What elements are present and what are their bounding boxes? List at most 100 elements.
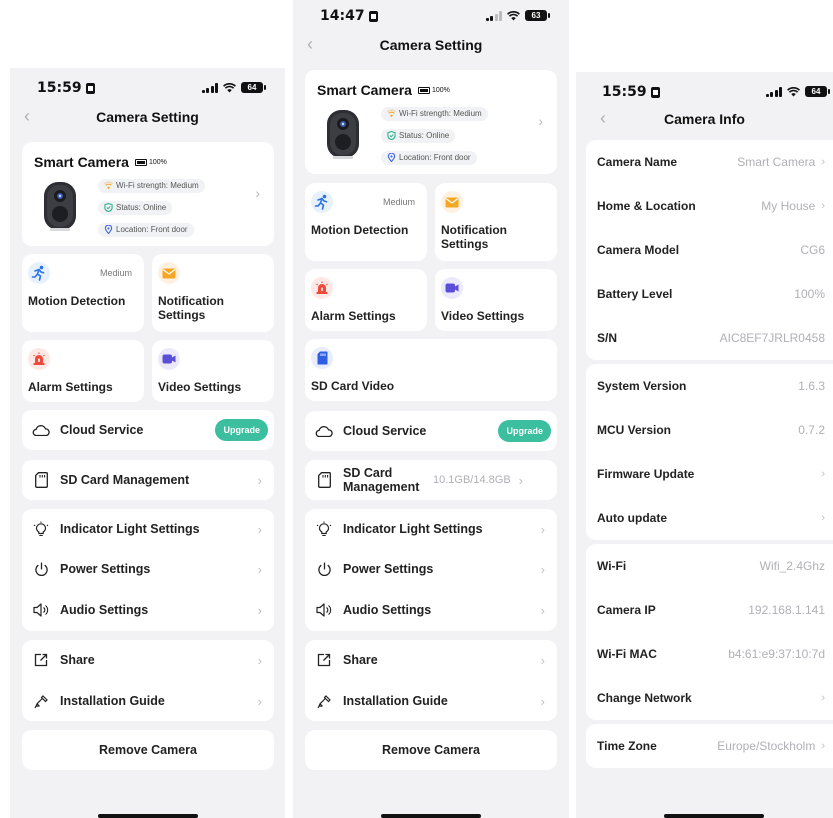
nav-bar: ‹ Camera Info bbox=[586, 104, 833, 134]
sd-card-icon bbox=[32, 471, 50, 489]
row-label: Indicator Light Settings bbox=[60, 522, 200, 536]
back-chevron-icon[interactable]: ‹ bbox=[24, 106, 30, 127]
info-group-network: Wi-Fi Wifi_2.4Ghz Camera IP 192.168.1.141 … bbox=[586, 544, 833, 720]
tile-label: SD Card Video bbox=[311, 379, 395, 393]
chevron-right-icon: › bbox=[540, 693, 545, 709]
upgrade-button[interactable]: Upgrade bbox=[215, 419, 268, 441]
cloud-icon bbox=[315, 422, 333, 440]
settings-group-2: Share › Installation Guide › bbox=[305, 640, 557, 721]
row-label: Share bbox=[60, 653, 95, 667]
light-bulb-icon bbox=[32, 520, 50, 538]
camera-summary-card[interactable]: Smart Camera 100% Wi-Fi strength: Medium… bbox=[22, 142, 274, 246]
sd-card-management-card[interactable]: SD Card Management 10.1GB/14.8GB › bbox=[305, 460, 557, 500]
row-audio-settings[interactable]: Audio Settings › bbox=[305, 590, 557, 630]
speaker-icon bbox=[315, 601, 333, 619]
info-row-firmware-update[interactable]: Firmware Update › bbox=[586, 452, 833, 496]
sim-icon bbox=[85, 82, 95, 94]
info-row-camera-name[interactable]: Camera Name Smart Camera › bbox=[586, 140, 833, 184]
wifi-icon bbox=[387, 109, 396, 118]
sd-card-management-card[interactable]: SD Card Management › bbox=[22, 460, 274, 500]
tile-alarm-settings[interactable]: Alarm Settings bbox=[305, 269, 427, 331]
row-installation-guide[interactable]: Installation Guide › bbox=[22, 681, 274, 721]
home-indicator bbox=[98, 814, 198, 818]
tile-notification-settings[interactable]: Notification Settings bbox=[435, 183, 557, 261]
info-row-system-version: System Version 1.6.3 bbox=[597, 379, 825, 393]
row-share[interactable]: Share › bbox=[22, 640, 274, 680]
cloud-service-card[interactable]: Cloud Service Upgrade bbox=[305, 411, 557, 451]
location-chip: Location: Front door bbox=[381, 151, 477, 165]
info-row-serial-number: S/N AIC8EF7JRLR0458 bbox=[597, 331, 825, 345]
settings-group-1: Indicator Light Settings › Power Setting… bbox=[22, 509, 274, 631]
upgrade-button[interactable]: Upgrade bbox=[498, 420, 551, 442]
settings-group-2: Share › Installation Guide › bbox=[22, 640, 274, 721]
wifi-strength-chip: Wi-Fi strength: Medium bbox=[98, 179, 205, 193]
back-chevron-icon[interactable]: ‹ bbox=[307, 34, 313, 55]
tile-notification-settings[interactable]: Notification Settings bbox=[152, 254, 274, 332]
light-bulb-icon bbox=[315, 520, 333, 538]
info-row-wifi-mac: Wi-Fi MAC b4:61:e9:37:10:7d bbox=[597, 647, 825, 661]
wifi-icon bbox=[787, 86, 800, 96]
siren-icon bbox=[28, 348, 50, 370]
status-time: 14:47 bbox=[320, 8, 365, 24]
camera-battery-indicator: 100% bbox=[134, 158, 167, 166]
row-power-settings[interactable]: Power Settings › bbox=[305, 549, 557, 589]
tile-motion-detection[interactable]: Medium Motion Detection bbox=[305, 183, 427, 261]
info-row-time-zone[interactable]: Time Zone Europe/Stockholm › bbox=[586, 724, 833, 768]
back-chevron-icon[interactable]: ‹ bbox=[600, 108, 606, 129]
wifi-icon bbox=[507, 10, 520, 20]
signal-icon bbox=[765, 86, 782, 97]
chevron-right-icon: › bbox=[821, 468, 825, 480]
row-installation-guide[interactable]: Installation Guide › bbox=[305, 681, 557, 721]
sd-card-capacity: 10.1GB/14.8GB bbox=[433, 474, 511, 486]
envelope-icon bbox=[158, 262, 180, 284]
video-camera-icon bbox=[158, 348, 180, 370]
sd-card-icon bbox=[315, 471, 333, 489]
nav-bar: ‹ Camera Setting bbox=[10, 102, 285, 132]
row-audio-settings[interactable]: Audio Settings › bbox=[22, 590, 274, 630]
info-row-auto-update[interactable]: Auto update › bbox=[586, 496, 833, 540]
chevron-right-icon: › bbox=[257, 472, 262, 488]
chevron-right-icon: › bbox=[540, 652, 545, 668]
row-power-settings[interactable]: Power Settings › bbox=[22, 549, 274, 589]
chevron-right-icon: › bbox=[257, 652, 262, 668]
tile-label: Motion Detection bbox=[311, 223, 409, 237]
remove-camera-button[interactable]: Remove Camera bbox=[22, 730, 274, 770]
tile-sd-card-video[interactable]: SD Card Video bbox=[305, 339, 557, 401]
signal-icon bbox=[485, 10, 502, 21]
sim-icon bbox=[368, 10, 378, 22]
home-indicator bbox=[664, 814, 764, 818]
chevron-right-icon: › bbox=[821, 200, 825, 212]
info-group-timezone: Time Zone Europe/Stockholm › bbox=[586, 724, 833, 768]
tile-label: Video Settings bbox=[158, 380, 242, 394]
chevron-right-icon: › bbox=[821, 740, 825, 752]
motion-sensitivity-badge: Medium bbox=[382, 197, 415, 207]
info-row-home-location[interactable]: Home & Location My House › bbox=[586, 184, 833, 228]
tile-alarm-settings[interactable]: Alarm Settings bbox=[22, 340, 144, 402]
sd-card-icon bbox=[311, 347, 333, 369]
tile-video-settings[interactable]: Video Settings bbox=[152, 340, 274, 402]
row-share[interactable]: Share › bbox=[305, 640, 557, 680]
tile-motion-detection[interactable]: Medium Motion Detection bbox=[22, 254, 144, 332]
power-icon bbox=[315, 560, 333, 578]
remove-camera-button[interactable]: Remove Camera bbox=[305, 730, 557, 770]
camera-battery-indicator: 100% bbox=[417, 86, 450, 94]
camera-summary-card[interactable]: Smart Camera 100% Wi-Fi strength: Medium… bbox=[305, 70, 557, 174]
home-indicator bbox=[381, 814, 481, 818]
speaker-icon bbox=[32, 601, 50, 619]
row-label: Installation Guide bbox=[343, 694, 448, 708]
tile-label: Alarm Settings bbox=[311, 309, 396, 323]
page-title: Camera Info bbox=[664, 111, 745, 127]
page-title: Camera Setting bbox=[379, 37, 483, 53]
row-indicator-light-settings[interactable]: Indicator Light Settings › bbox=[305, 509, 557, 549]
info-row-wifi: Wi-Fi Wifi_2.4Ghz bbox=[597, 559, 825, 573]
tile-video-settings[interactable]: Video Settings bbox=[435, 269, 557, 331]
video-camera-icon bbox=[441, 277, 463, 299]
cloud-service-card[interactable]: Cloud Service Upgrade bbox=[22, 410, 274, 450]
info-group-device: Camera Name Smart Camera › Home & Location… bbox=[586, 140, 833, 360]
info-row-change-network[interactable]: Change Network › bbox=[586, 676, 833, 720]
settings-group-1: Indicator Light Settings › Power Setting… bbox=[305, 509, 557, 631]
row-label: Audio Settings bbox=[60, 603, 149, 617]
row-indicator-light-settings[interactable]: Indicator Light Settings › bbox=[22, 509, 274, 549]
chevron-right-icon: › bbox=[257, 602, 262, 618]
tile-label: Notification Settings bbox=[441, 223, 507, 251]
